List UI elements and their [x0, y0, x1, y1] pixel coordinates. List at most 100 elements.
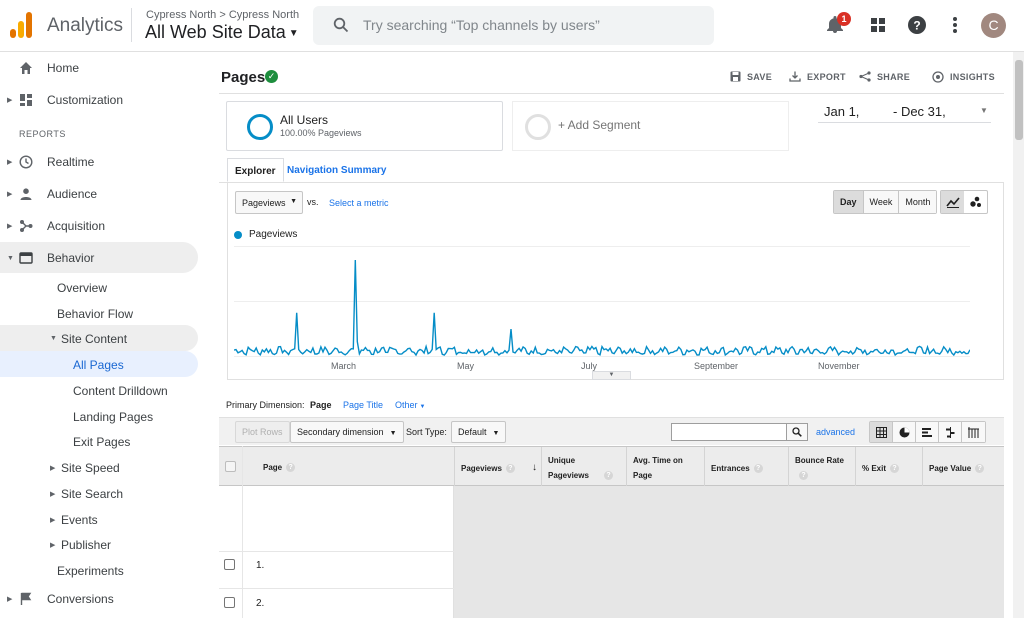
- performance-view-button[interactable]: [916, 422, 939, 442]
- help-tooltip-icon[interactable]: ?: [753, 464, 763, 474]
- select-all-cell: [219, 447, 243, 487]
- sidebar-item-label: Publisher: [61, 538, 112, 552]
- sidebar-item-exit-pages[interactable]: Exit Pages: [73, 435, 130, 449]
- table-filter-input[interactable]: [671, 423, 787, 441]
- help-tooltip-icon[interactable]: ?: [604, 471, 613, 481]
- collapse-arrow-icon: ▼: [50, 335, 57, 342]
- tab-navigation-summary[interactable]: Navigation Summary: [280, 158, 393, 182]
- help-tooltip-icon[interactable]: ?: [286, 463, 296, 473]
- select-metric-link[interactable]: Select a metric: [329, 198, 389, 208]
- account-breadcrumb[interactable]: Cypress North > Cypress North: [146, 9, 299, 21]
- share-icon: [859, 71, 871, 82]
- help-tooltip-icon[interactable]: ?: [975, 464, 985, 474]
- search-icon: [792, 427, 802, 437]
- save-button[interactable]: SAVE: [730, 71, 772, 82]
- segment-all-users[interactable]: All Users 100.00% Pageviews: [226, 101, 503, 151]
- share-button[interactable]: SHARE: [859, 71, 910, 82]
- sidebar-item-label: Acquisition: [47, 219, 106, 233]
- column-header-page[interactable]: Page?: [242, 447, 454, 487]
- x-tick-label: November: [818, 361, 860, 371]
- row-checkbox[interactable]: [224, 559, 235, 570]
- sidebar-item-all-pages[interactable]: All Pages: [73, 358, 124, 372]
- motion-chart-button[interactable]: [964, 191, 987, 213]
- table-filter-search-button[interactable]: [787, 423, 808, 441]
- export-icon: [789, 71, 801, 82]
- pie-view-button[interactable]: [893, 422, 916, 442]
- expand-arrow-icon: ▶: [50, 465, 56, 472]
- day-button[interactable]: Day: [834, 191, 864, 213]
- insights-button[interactable]: INSIGHTS: [932, 71, 995, 83]
- expand-arrow-icon: ▶: [50, 491, 56, 498]
- chart-collapse-handle[interactable]: ▼: [592, 371, 631, 380]
- week-button[interactable]: Week: [863, 191, 900, 213]
- column-header-entrances[interactable]: Entrances?: [704, 447, 788, 487]
- empty-ring-icon: [525, 114, 551, 140]
- help-tooltip-icon[interactable]: ?: [799, 471, 808, 481]
- sidebar-item-overview[interactable]: Overview: [57, 281, 107, 295]
- sidebar-item-label: Customization: [47, 93, 124, 107]
- home-icon: [20, 62, 32, 74]
- column-header-label: Entrances: [711, 464, 750, 473]
- help-icon[interactable]: ?: [906, 14, 928, 36]
- column-header-page-value[interactable]: Page Value?: [922, 447, 1004, 487]
- line-chart-button[interactable]: [941, 191, 964, 213]
- sidebar-item-site-search[interactable]: ▶ Site Search: [50, 487, 123, 501]
- expand-arrow-icon: ▶: [7, 97, 13, 104]
- column-header-avg-time[interactable]: Avg. Time on Page?: [626, 447, 704, 496]
- notification-badge: 1: [837, 12, 851, 26]
- column-header-bounce-rate[interactable]: Bounce Rate?: [788, 447, 855, 487]
- plot-rows-button[interactable]: Plot Rows: [235, 421, 290, 443]
- data-table-view-button[interactable]: [870, 422, 893, 442]
- metric-selector[interactable]: Pageviews ▼: [235, 191, 303, 214]
- sidebar-item-experiments[interactable]: Experiments: [57, 564, 124, 578]
- scrollbar-thumb[interactable]: [1015, 60, 1023, 140]
- analytics-logo-icon[interactable]: [10, 12, 36, 38]
- comparison-view-button[interactable]: [939, 422, 962, 442]
- sidebar-item-publisher[interactable]: ▶ Publisher: [50, 538, 112, 552]
- sidebar-item-site-speed[interactable]: ▶ Site Speed: [50, 461, 120, 475]
- row-checkbox[interactable]: [224, 597, 235, 608]
- vs-label: vs.: [307, 197, 319, 207]
- verified-check-icon: ✓: [265, 70, 278, 83]
- dimension-page[interactable]: Page: [310, 400, 332, 410]
- more-vert-icon[interactable]: [944, 14, 966, 36]
- dashboard-icon: [20, 94, 32, 106]
- search-input[interactable]: [363, 14, 703, 36]
- caret-down-icon: ▼: [419, 404, 426, 410]
- insights-label: INSIGHTS: [950, 72, 995, 82]
- sort-type-select[interactable]: Default ▼: [451, 421, 507, 443]
- month-button[interactable]: Month: [899, 191, 937, 213]
- help-tooltip-icon[interactable]: ?: [890, 464, 900, 474]
- avatar[interactable]: C: [981, 13, 1006, 38]
- advanced-filter-link[interactable]: advanced: [816, 427, 855, 437]
- divider: [242, 446, 243, 618]
- view-selector[interactable]: All Web Site Data ▼: [145, 22, 299, 43]
- help-tooltip-icon[interactable]: ?: [505, 464, 515, 474]
- column-header-unique-pageviews[interactable]: Unique Pageviews?: [541, 447, 626, 487]
- apps-grid-icon[interactable]: [867, 14, 889, 36]
- sidebar-item-site-content[interactable]: ▼ Site Content: [50, 332, 127, 346]
- bubble-chart-icon: [969, 196, 981, 207]
- export-label: EXPORT: [807, 71, 846, 82]
- date-range-picker[interactable]: Jan 1, - Dec 31, ▼: [818, 103, 991, 123]
- column-header-label: Pageviews: [461, 464, 502, 473]
- add-segment-button[interactable]: + Add Segment: [512, 101, 789, 151]
- dimension-other[interactable]: Other ▼: [395, 400, 425, 410]
- tab-explorer[interactable]: Explorer: [227, 158, 284, 182]
- sidebar-item-landing-pages[interactable]: Landing Pages: [73, 410, 153, 424]
- expand-arrow-icon: ▶: [7, 191, 13, 198]
- pivot-view-button[interactable]: [962, 422, 985, 442]
- column-header-pageviews[interactable]: Pageviews? ↓: [454, 447, 541, 487]
- search-bar[interactable]: [313, 6, 714, 45]
- dimension-page-title[interactable]: Page Title: [343, 400, 383, 410]
- sidebar-item-content-drilldown[interactable]: Content Drilldown: [73, 384, 168, 398]
- divider: [219, 551, 454, 552]
- sidebar-item-events[interactable]: ▶ Events: [50, 513, 98, 527]
- sidebar-item-behavior-flow[interactable]: Behavior Flow: [57, 307, 133, 321]
- column-header-label: Bounce Rate: [795, 456, 844, 465]
- pageviews-line-chart[interactable]: [234, 240, 970, 360]
- export-button[interactable]: EXPORT: [789, 71, 846, 82]
- secondary-dimension-select[interactable]: Secondary dimension ▼: [290, 421, 404, 443]
- column-header-exit[interactable]: % Exit?: [855, 447, 922, 487]
- select-all-checkbox[interactable]: [225, 461, 236, 472]
